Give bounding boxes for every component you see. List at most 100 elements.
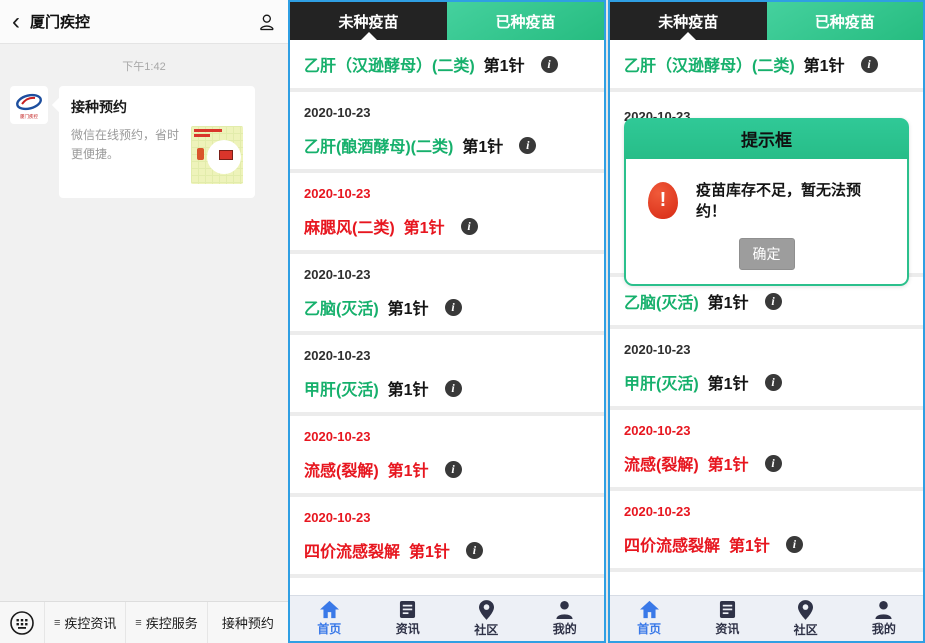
location-icon	[798, 600, 813, 620]
info-icon[interactable]: i	[786, 536, 803, 553]
home-icon	[319, 600, 340, 619]
vaccine-list-item[interactable]: 2020-10-23 流感(裂解) 第1针 i	[290, 416, 604, 493]
info-icon[interactable]: i	[765, 293, 782, 310]
vaccine-list-item[interactable]: 2020-10-23 流感(裂解) 第1针 i	[610, 410, 923, 487]
nav-item-mine[interactable]: 我的	[526, 596, 605, 641]
chat-header: ‹ 厦门疾控	[0, 0, 288, 44]
message-thumbnail	[191, 126, 243, 184]
vaccine-list-item[interactable]: 乙肝（汉逊酵母）(二类) 第1针 i	[610, 40, 923, 88]
vaccine-name: 乙脑(灭活)	[304, 295, 379, 319]
vaccine-date: 2020-10-23	[624, 423, 909, 438]
vaccine-name: 流感(裂解)	[304, 457, 379, 481]
vaccine-list-item[interactable]: 乙肝（汉逊酵母）(二类) 第1针 i	[290, 40, 604, 88]
tab-vaccinated[interactable]: 已种疫苗	[447, 2, 604, 40]
tab-unvaccinated[interactable]: 未种疫苗	[610, 2, 767, 40]
official-account-menu: ≡ 疾控资讯 ≡ 疾控服务 接种预约	[44, 602, 288, 643]
message-card[interactable]: 接种预约 微信在线预约，省时更便捷。	[59, 86, 255, 198]
tab-label: 已种疫苗	[815, 11, 875, 32]
active-tab-notch	[361, 32, 377, 40]
vaccine-dose: 第1针	[708, 289, 749, 313]
vaccine-dose: 第1针	[729, 532, 770, 556]
vaccine-date: 2020-10-23	[304, 510, 590, 525]
vaccine-dose: 第1针	[409, 538, 450, 562]
submenu-icon: ≡	[135, 617, 141, 629]
info-icon[interactable]: i	[445, 461, 462, 478]
dialog-title: 提示框	[624, 118, 909, 159]
vaccine-dose: 第1针	[462, 133, 503, 157]
nav-label: 我的	[553, 620, 577, 637]
info-icon[interactable]: i	[765, 374, 782, 391]
vaccine-name: 乙肝（汉逊酵母）(二类)	[304, 52, 475, 76]
nav-label: 社区	[794, 621, 818, 638]
menu-item-cdc-news[interactable]: ≡ 疾控资讯	[44, 602, 125, 643]
location-icon	[479, 600, 494, 620]
vaccine-app-panel-dialog: 未种疫苗 已种疫苗 乙肝（汉逊酵母）(二类) 第1针 i	[608, 0, 925, 643]
vaccine-list-item[interactable]: 2020-10-23 甲肝(灭活) 第1针 i	[290, 335, 604, 412]
nav-label: 首页	[637, 620, 661, 637]
confirm-button[interactable]: 确定	[739, 238, 795, 270]
home-icon	[639, 600, 660, 619]
nav-item-home[interactable]: 首页	[610, 596, 688, 641]
nav-item-mine[interactable]: 我的	[845, 596, 923, 641]
vaccine-date: 2020-10-23	[304, 348, 590, 363]
chat-title: 厦门疾控	[30, 11, 90, 32]
info-icon[interactable]: i	[466, 542, 483, 559]
chat-timestamp: 下午1:42	[0, 58, 288, 74]
vaccine-dose: 第1针	[388, 376, 429, 400]
vaccine-name: 乙脑(灭活)	[624, 289, 699, 313]
avatar[interactable]: 厦门疾控	[10, 86, 48, 124]
tab-label: 已种疫苗	[495, 11, 555, 32]
avatar-caption: 厦门疾控	[20, 113, 38, 119]
vaccine-dose: 第1针	[708, 451, 749, 475]
vaccine-name: 麻腮风(二类)	[304, 214, 395, 238]
tab-unvaccinated[interactable]: 未种疫苗	[290, 2, 447, 40]
nav-label: 首页	[317, 620, 341, 637]
bubble-tail	[52, 98, 66, 112]
contact-person-icon[interactable]	[256, 12, 276, 32]
nav-item-community[interactable]: 社区	[447, 596, 526, 641]
vaccine-dose: 第1针	[404, 214, 445, 238]
info-icon[interactable]: i	[445, 299, 462, 316]
user-icon	[555, 600, 574, 619]
vaccine-list: 乙肝（汉逊酵母）(二类) 第1针 i 2020-10-23 乙肝(酿酒酵母)(二…	[290, 40, 604, 595]
info-icon[interactable]: i	[861, 56, 878, 73]
menu-item-appointment[interactable]: 接种预约	[207, 602, 288, 643]
user-icon	[874, 600, 893, 619]
vaccine-name: 乙肝（汉逊酵母）(二类)	[624, 52, 795, 76]
nav-item-news[interactable]: 资讯	[369, 596, 448, 641]
tab-vaccinated[interactable]: 已种疫苗	[767, 2, 924, 40]
tab-bar: 未种疫苗 已种疫苗	[290, 2, 604, 40]
vaccine-list-item[interactable]: 2020-10-23 四价流感裂解 第1针 i	[290, 497, 604, 574]
nav-label: 我的	[872, 620, 896, 637]
menu-item-label: 疾控资讯	[64, 613, 116, 632]
vaccine-name: 乙肝(酿酒酵母)(二类)	[304, 133, 453, 157]
keyboard-icon[interactable]	[0, 610, 44, 636]
menu-item-cdc-services[interactable]: ≡ 疾控服务	[125, 602, 206, 643]
message-card-description: 微信在线预约，省时更便捷。	[71, 126, 191, 184]
vaccine-list-item[interactable]: 2020-10-23 甲肝(灭活) 第1针 i	[610, 329, 923, 406]
nav-item-community[interactable]: 社区	[767, 596, 845, 641]
info-icon[interactable]: i	[461, 218, 478, 235]
vaccine-list-item[interactable]: 2020-10-23 四价流感裂解 第1针 i	[610, 491, 923, 568]
menu-item-label: 接种预约	[222, 613, 274, 632]
info-icon[interactable]: i	[519, 137, 536, 154]
vaccine-list-item[interactable]: 2020-10-23 乙肝(酿酒酵母)(二类) 第1针 i	[290, 92, 604, 169]
vaccine-name: 甲肝(灭活)	[304, 376, 379, 400]
vaccine-date: 2020-10-23	[304, 186, 590, 201]
bottom-nav: 首页 资讯 社区	[610, 595, 923, 641]
info-icon[interactable]: i	[445, 380, 462, 397]
cdc-logo-icon	[14, 91, 44, 113]
info-icon[interactable]: i	[765, 455, 782, 472]
info-icon[interactable]: i	[541, 56, 558, 73]
tab-label: 未种疫苗	[658, 11, 718, 32]
chat-message-row: 厦门疾控 接种预约 微信在线预约，省时更便捷。	[0, 74, 288, 198]
vaccine-list-item[interactable]: 2020-10-23 麻腮风(二类) 第1针 i	[290, 173, 604, 250]
vaccine-list-item[interactable]: 2020-10-23 乙脑(灭活) 第1针 i	[290, 254, 604, 331]
vaccine-date: 2020-10-23	[624, 504, 909, 519]
back-icon[interactable]: ‹	[12, 10, 20, 34]
vaccine-date: 2020-10-23	[624, 342, 909, 357]
vaccine-dose: 第1针	[388, 295, 429, 319]
message-card-title: 接种预约	[71, 97, 243, 117]
nav-item-news[interactable]: 资讯	[688, 596, 766, 641]
nav-item-home[interactable]: 首页	[290, 596, 369, 641]
